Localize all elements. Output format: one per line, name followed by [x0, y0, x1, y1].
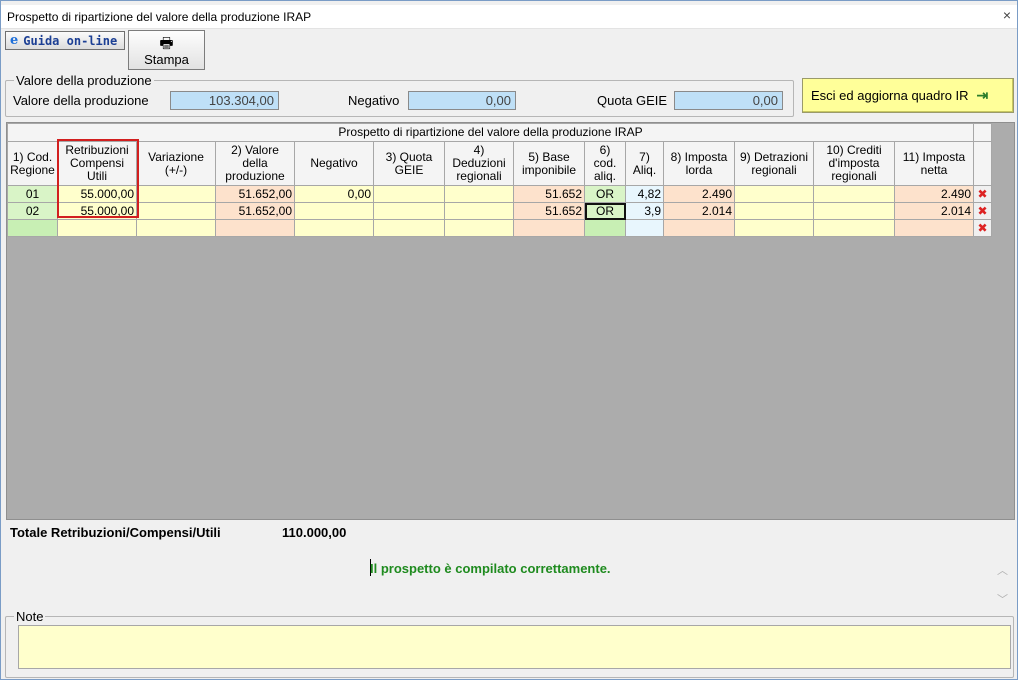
internet-explorer-icon: e [10, 33, 19, 48]
cell-valore-produzione[interactable]: 51.652,00 [215, 202, 295, 220]
cell-cod-regione[interactable]: 01 [7, 185, 58, 203]
col-header-cod-regione[interactable]: 1) Cod. Regione [7, 141, 58, 186]
cell-cod-regione[interactable]: 02 [7, 202, 58, 220]
cell-detrazioni[interactable] [734, 202, 814, 220]
cell-valore-produzione[interactable]: 51.652,00 [215, 185, 295, 203]
col-header-imposta-lorda[interactable]: 8) Imposta lorda [663, 141, 735, 186]
col-header-valore-produzione[interactable]: 2) Valore della produzione [215, 141, 295, 186]
guida-online-label: Guida on-line [23, 33, 118, 48]
cell-deduzioni[interactable] [444, 219, 514, 237]
cell-variazione[interactable] [136, 202, 216, 220]
cell-negativo[interactable]: 0,00 [294, 185, 374, 203]
cell-retribuzioni[interactable]: 55.000,00 [57, 185, 137, 203]
cell-cod-aliq[interactable]: OR [584, 185, 626, 203]
col-header-base-imponibile[interactable]: 5) Base imponibile [513, 141, 585, 186]
cell-crediti[interactable] [813, 185, 895, 203]
scroll-up-icon[interactable]: ︿ [997, 562, 1008, 578]
col-header-crediti[interactable]: 10) Crediti d'imposta regionali [813, 141, 895, 186]
cell-aliq[interactable] [625, 219, 664, 237]
cell-base-imponibile[interactable]: 51.652 [513, 185, 585, 203]
quota-geie-field[interactable]: 0,00 [674, 91, 783, 110]
totale-value: 110.000,00 [282, 525, 347, 540]
cell-imposta-lorda[interactable]: 2.014 [663, 202, 735, 220]
cell-valore-produzione[interactable] [215, 219, 295, 237]
table-row-new: ✖ [7, 219, 992, 237]
col-header-detrazioni[interactable]: 9) Detrazioni regionali [734, 141, 814, 186]
ripartizione-grid: Prospetto di ripartizione del valore del… [6, 122, 1015, 520]
stampa-button[interactable]: 🖶 Stampa [128, 30, 205, 70]
cell-detrazioni[interactable] [734, 185, 814, 203]
col-header-variazione[interactable]: Variazione (+/-) [136, 141, 216, 186]
col-header-negativo[interactable]: Negativo [294, 141, 374, 186]
note-label: Note [14, 609, 46, 624]
ripartizione-table: Prospetto di ripartizione del valore del… [7, 123, 992, 237]
esci-aggiorna-label: Esci ed aggiorna quadro IR [811, 88, 969, 103]
cell-imposta-netta[interactable]: 2.014 [894, 202, 974, 220]
cell-quota-geie[interactable] [373, 202, 445, 220]
col-header-retribuzioni[interactable]: Retribuzioni Compensi Utili [57, 141, 137, 186]
delete-row-icon[interactable]: ✖ [973, 185, 992, 203]
cell-imposta-netta[interactable]: 2.490 [894, 185, 974, 203]
cell-base-imponibile[interactable]: 51.652 [513, 202, 585, 220]
grid-corner [973, 123, 992, 142]
dialog-window: Prospetto di ripartizione del valore del… [0, 0, 1018, 680]
note-group: Note [5, 609, 1014, 678]
status-message: Il prospetto è compilato correttamente. [370, 561, 611, 576]
cell-crediti[interactable] [813, 219, 895, 237]
close-icon[interactable]: × [1003, 7, 1011, 23]
cell-detrazioni[interactable] [734, 219, 814, 237]
cell-imposta-netta[interactable] [894, 219, 974, 237]
printer-icon: 🖶 [159, 34, 174, 52]
cell-quota-geie[interactable] [373, 185, 445, 203]
stampa-label: Stampa [144, 51, 189, 67]
title-bar: Prospetto di ripartizione del valore del… [1, 5, 1017, 29]
cell-quota-geie[interactable] [373, 219, 445, 237]
valore-produzione-group: Valore della produzione Valore della pro… [5, 73, 794, 117]
negativo-field[interactable]: 0,00 [408, 91, 516, 110]
col-header-deduzioni[interactable]: 4) Deduzioni regionali [444, 141, 514, 186]
col-header-imposta-netta[interactable]: 11) Imposta netta [894, 141, 974, 186]
cell-crediti[interactable] [813, 202, 895, 220]
note-textarea[interactable] [18, 625, 1011, 669]
cell-retribuzioni[interactable]: 55.000,00 [57, 202, 137, 220]
grid-title: Prospetto di ripartizione del valore del… [7, 123, 974, 142]
cell-retribuzioni[interactable] [57, 219, 137, 237]
cell-cod-regione[interactable] [7, 219, 58, 237]
grid-header-row: 1) Cod. Regione Retribuzioni Compensi Ut… [7, 141, 992, 186]
col-header-delete [973, 141, 992, 186]
cell-imposta-lorda[interactable]: 2.490 [663, 185, 735, 203]
table-row: 01 55.000,00 51.652,00 0,00 51.652 OR 4,… [7, 185, 992, 203]
delete-row-icon[interactable]: ✖ [973, 219, 992, 237]
cell-negativo[interactable] [294, 219, 374, 237]
valore-produzione-label: Valore della produzione [13, 93, 149, 108]
delete-row-icon[interactable]: ✖ [973, 202, 992, 220]
cell-imposta-lorda[interactable] [663, 219, 735, 237]
col-header-cod-aliq[interactable]: 6) cod. aliq. [584, 141, 626, 186]
cell-deduzioni[interactable] [444, 185, 514, 203]
totale-label: Totale Retribuzioni/Compensi/Utili [10, 525, 221, 540]
cell-aliq[interactable]: 4,82 [625, 185, 664, 203]
table-row: 02 55.000,00 51.652,00 51.652 OR 3,9 2.0… [7, 202, 992, 220]
negativo-label: Negativo [348, 93, 400, 108]
esci-aggiorna-button[interactable]: Esci ed aggiorna quadro IR ⇥ [802, 78, 1014, 113]
valore-produzione-field[interactable]: 103.304,00 [170, 91, 279, 110]
quota-geie-label: Quota GEIE [597, 93, 668, 108]
cell-cod-aliq[interactable] [584, 219, 626, 237]
col-header-quota-geie[interactable]: 3) Quota GEIE [373, 141, 445, 186]
cell-variazione[interactable] [136, 219, 216, 237]
exit-door-icon: ⇥ [976, 87, 989, 103]
scroll-down-icon[interactable]: ﹀ [997, 591, 1008, 607]
guida-online-button[interactable]: e Guida on-line [5, 31, 125, 50]
cell-cod-aliq-selected[interactable]: OR [584, 202, 626, 220]
cell-variazione[interactable] [136, 185, 216, 203]
valore-produzione-group-label: Valore della produzione [14, 73, 154, 88]
cell-aliq[interactable]: 3,9 [625, 202, 664, 220]
cell-negativo[interactable] [294, 202, 374, 220]
window-title: Prospetto di ripartizione del valore del… [7, 10, 312, 24]
cell-base-imponibile[interactable] [513, 219, 585, 237]
col-header-aliq[interactable]: 7) Aliq. [625, 141, 664, 186]
cell-deduzioni[interactable] [444, 202, 514, 220]
